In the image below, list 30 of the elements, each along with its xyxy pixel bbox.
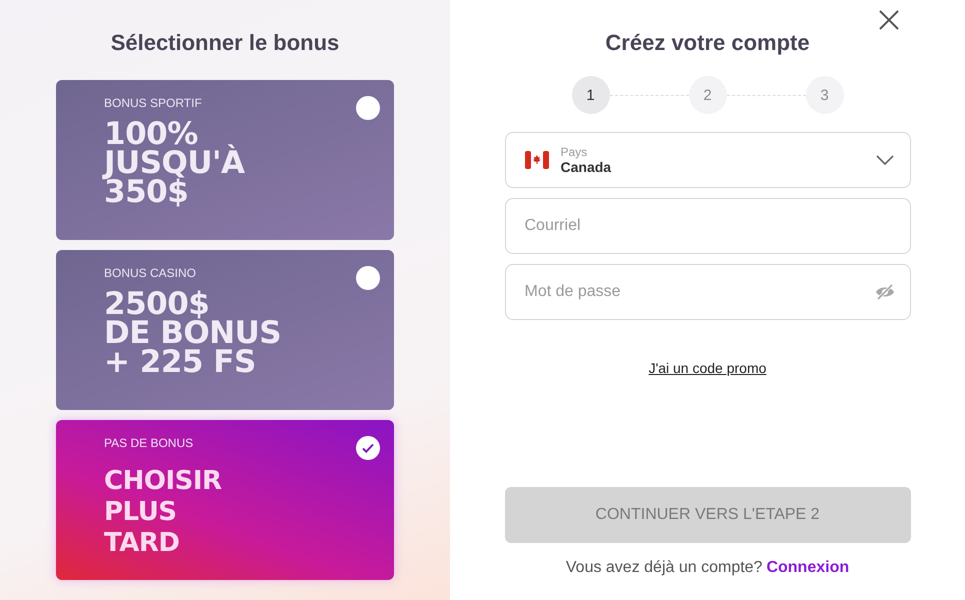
bonus-card[interactable]: BONUS CASINO 2500$ DE BONUS + 225 FS <box>56 250 394 410</box>
chevron-down-icon <box>876 155 894 165</box>
bonus-offer: 2500$ DE BONUS + 225 FS <box>104 290 282 377</box>
country-select[interactable]: Pays Canada <box>504 132 910 188</box>
bonus-category: PAS DE BONUS <box>104 436 194 450</box>
step-indicator: 1 <box>572 76 610 114</box>
radio-button[interactable] <box>356 436 380 460</box>
field-label: Pays <box>560 145 588 159</box>
promo-code-link[interactable]: J'ai un code promo <box>648 360 766 376</box>
bonus-offer: 100% JUSQU'À 350$ <box>104 120 246 207</box>
password-field[interactable]: Mot de passe <box>504 264 910 320</box>
radio-button[interactable] <box>356 96 380 120</box>
eye-off-icon[interactable] <box>874 284 894 300</box>
login-link[interactable]: Connexion <box>766 559 850 577</box>
step-indicator: 3 <box>806 76 844 114</box>
field-value: Canada <box>560 159 612 175</box>
flag-icon <box>524 151 548 169</box>
email-field[interactable]: Courriel <box>504 198 910 254</box>
bonus-card[interactable]: PAS DE BONUS CHOISIR PLUS TARD <box>56 420 394 580</box>
checkmark-icon <box>361 441 375 455</box>
bonus-category: BONUS CASINO <box>104 266 196 280</box>
bonus-offer: CHOISIR PLUS TARD <box>104 466 223 559</box>
radio-button[interactable] <box>356 266 380 290</box>
close-button[interactable] <box>877 8 901 32</box>
login-prompt: Vous avez déjà un compte? <box>566 559 762 577</box>
panel-title: Sélectionner le bonus <box>110 30 340 56</box>
step-indicator: 2 <box>688 76 726 114</box>
bonus-card[interactable]: BONUS SPORTIF 100% JUSQU'À 350$ <box>56 80 394 240</box>
bonus-category: BONUS SPORTIF <box>104 96 202 110</box>
form-title: Créez votre compte <box>605 30 810 56</box>
